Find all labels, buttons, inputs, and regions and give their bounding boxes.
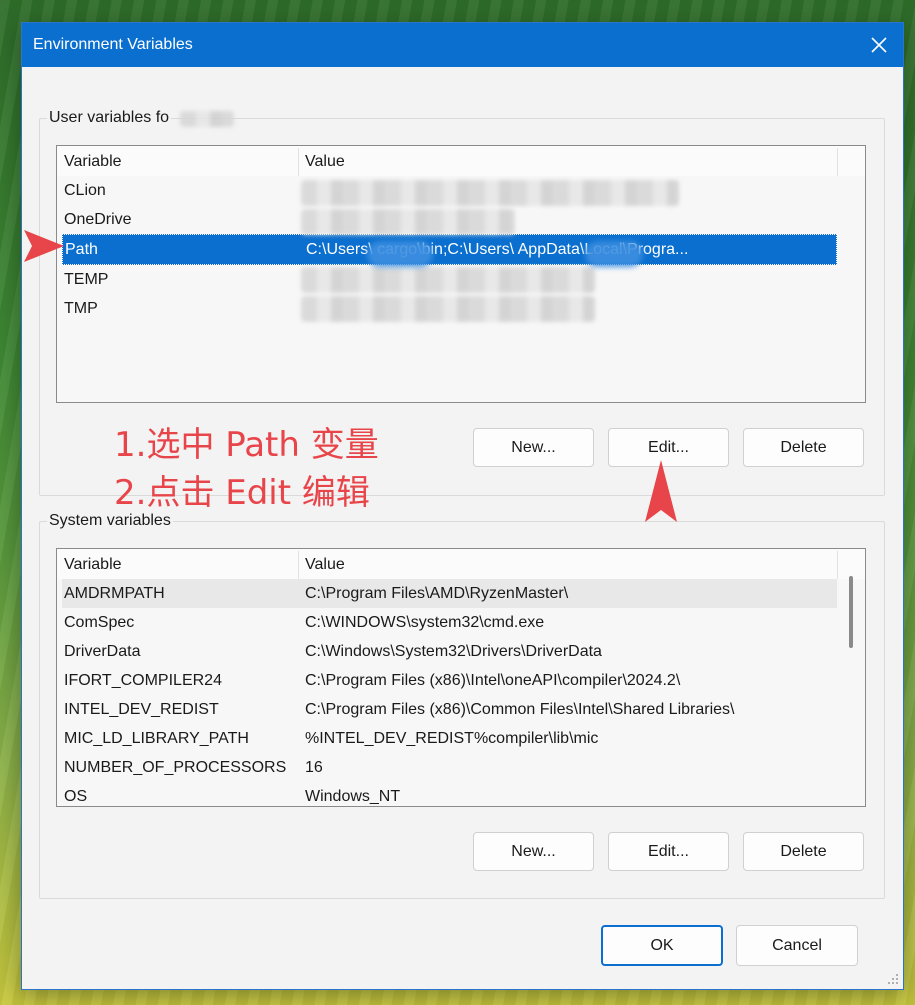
variable-name: NUMBER_OF_PROCESSORS	[64, 759, 287, 776]
user-variables-label: User variables fo	[47, 109, 172, 127]
window-title: Environment Variables	[33, 36, 193, 53]
column-separator	[837, 551, 838, 579]
arrow-up-icon	[645, 460, 677, 522]
variable-value: 16	[305, 759, 323, 776]
user-header-variable[interactable]: Variable	[64, 153, 122, 171]
variable-name: ComSpec	[64, 614, 135, 631]
user-variables-list[interactable]: Variable Value CLion OneDrive Path C:\Us…	[56, 145, 866, 403]
variable-value: %INTEL_DEV_REDIST%compiler\lib\mic	[305, 730, 599, 747]
redacted-username	[367, 241, 433, 267]
variable-name: CLion	[64, 182, 106, 199]
system-edit-button[interactable]: Edit...	[608, 832, 729, 871]
variable-name: IFORT_COMPILER24	[64, 672, 222, 689]
annotation-step1: 1.选中 Path 变量	[114, 425, 379, 465]
variable-value: C:\Program Files (x86)\Intel\oneAPI\comp…	[305, 672, 681, 689]
user-new-button[interactable]: New...	[473, 428, 594, 467]
redacted-value	[301, 209, 515, 235]
system-new-button[interactable]: New...	[473, 832, 594, 871]
system-row-comspec[interactable]: ComSpec C:\WINDOWS\system32\cmd.exe	[57, 608, 865, 637]
variable-value: C:\WINDOWS\system32\cmd.exe	[305, 614, 545, 631]
user-delete-button[interactable]: Delete	[743, 428, 864, 467]
system-row-os[interactable]: OS Windows_NT	[57, 782, 865, 806]
variable-name: Path	[65, 241, 98, 258]
close-button[interactable]	[855, 23, 903, 67]
variable-name: DriverData	[64, 643, 141, 660]
variable-name: INTEL_DEV_REDIST	[64, 701, 219, 718]
variable-name: OS	[64, 788, 88, 805]
ok-button[interactable]: OK	[601, 925, 723, 966]
variable-name: OneDrive	[64, 211, 132, 228]
arrow-right-icon	[24, 230, 64, 262]
system-variables-list[interactable]: Variable Value AMDRMPATH C:\Program File…	[56, 548, 866, 807]
variable-name: TMP	[64, 300, 98, 317]
variable-name: MIC_LD_LIBRARY_PATH	[64, 730, 249, 747]
variable-name: TEMP	[64, 271, 109, 288]
user-row-path[interactable]: Path C:\Users\ cargo\bin;C:\Users\ AppDa…	[62, 234, 837, 265]
redacted-username	[585, 241, 643, 267]
column-separator	[837, 148, 838, 176]
user-header-value[interactable]: Value	[305, 153, 345, 171]
cancel-button[interactable]: Cancel	[736, 925, 858, 966]
system-row-driverdata[interactable]: DriverData C:\Windows\System32\Drivers\D…	[57, 637, 865, 666]
system-row-amdrmpath[interactable]: AMDRMPATH C:\Program Files\AMD\RyzenMast…	[62, 579, 837, 608]
annotation-step2: 2.点击 Edit 编辑	[114, 473, 370, 513]
variable-value: Windows_NT	[305, 788, 401, 805]
redacted-value	[301, 296, 595, 322]
system-header-value[interactable]: Value	[305, 556, 345, 574]
variable-name: AMDRMPATH	[64, 585, 165, 602]
system-row-ifort-compiler24[interactable]: IFORT_COMPILER24 C:\Program Files (x86)\…	[57, 666, 865, 695]
system-row-intel-dev-redist[interactable]: INTEL_DEV_REDIST C:\Program Files (x86)\…	[57, 695, 865, 724]
resize-grip-icon[interactable]	[887, 973, 899, 985]
column-separator	[298, 148, 299, 176]
variable-value: C:\Windows\System32\Drivers\DriverData	[305, 643, 602, 660]
system-header-variable[interactable]: Variable	[64, 556, 122, 574]
system-delete-button[interactable]: Delete	[743, 832, 864, 871]
redacted-value	[301, 180, 679, 206]
close-icon	[871, 37, 887, 53]
redacted-value	[301, 267, 595, 293]
system-list-header: Variable Value	[57, 549, 865, 579]
scrollbar-thumb[interactable]	[849, 576, 853, 648]
variable-value: C:\Program Files (x86)\Common Files\Inte…	[305, 701, 735, 718]
column-separator	[298, 551, 299, 579]
system-row-mic-ld-library-path[interactable]: MIC_LD_LIBRARY_PATH %INTEL_DEV_REDIST%co…	[57, 724, 865, 753]
system-row-number-of-processors[interactable]: NUMBER_OF_PROCESSORS 16	[57, 753, 865, 782]
redacted-username	[180, 111, 234, 127]
variable-value: C:\Program Files\AMD\RyzenMaster\	[305, 585, 569, 602]
user-list-header: Variable Value	[57, 146, 865, 176]
title-bar: Environment Variables	[22, 23, 903, 67]
